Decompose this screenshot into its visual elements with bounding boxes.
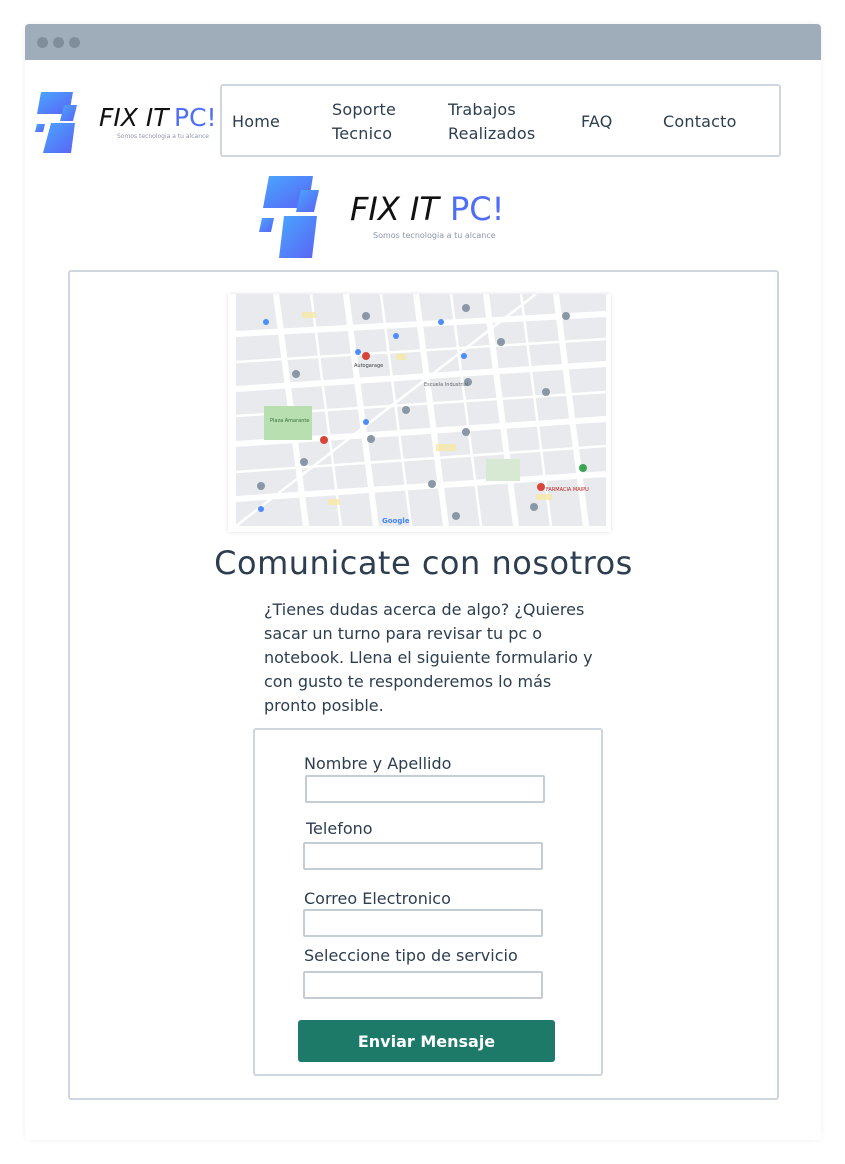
nav-item-label: Tecnico — [332, 124, 393, 143]
nav-item-label: Trabajos — [448, 100, 516, 119]
intro-line: ¿Tienes dudas acerca de algo? ¿Quieres — [264, 600, 585, 619]
logo-brand-dark: FIX IT — [350, 190, 441, 228]
logo-brand-accent: PC! — [174, 103, 217, 132]
nav-item-label: Realizados — [448, 124, 536, 143]
map-label: FARMACIA MAIPU — [546, 487, 589, 493]
service-field[interactable] — [303, 971, 543, 999]
window-dot-icon — [53, 37, 64, 48]
send-message-button[interactable]: Enviar Mensaje — [298, 1020, 555, 1062]
contact-intro: ¿Tienes dudas acerca de algo? ¿Quieres s… — [264, 598, 604, 718]
intro-line: pronto posible. — [264, 696, 384, 715]
logo-brand-accent: PC! — [450, 190, 504, 228]
header-logo[interactable]: FIX IT PC! Somos tecnologia a tu alcance — [33, 90, 223, 154]
window-dot-icon — [69, 37, 80, 48]
map-label: Plaza Amarante — [270, 418, 309, 424]
logo-tagline: Somos tecnologia a tu alcance — [117, 133, 209, 140]
phone-field[interactable] — [303, 842, 543, 870]
nav-item-label: Soporte — [332, 100, 396, 119]
main-nav: Home Soporte Tecnico Trabajos Realizados… — [220, 84, 781, 157]
intro-line: notebook. Llena el siguiente formulario … — [264, 648, 593, 667]
map-label: Escuela Industrial — [424, 382, 468, 388]
name-label: Nombre y Apellido — [304, 754, 452, 773]
service-label: Seleccione tipo de servicio — [304, 946, 518, 965]
nav-item-soporte-tecnico[interactable]: Soporte Tecnico — [332, 98, 396, 146]
nav-item-faq[interactable]: FAQ — [581, 110, 613, 134]
contact-form: Nombre y Apellido Telefono Correo Electr… — [253, 728, 603, 1076]
logo-tagline: Somos tecnologia a tu alcance — [373, 231, 496, 240]
logo-brand-dark: FIX IT — [99, 103, 170, 132]
contact-heading: Comunicate con nosotros — [214, 544, 633, 582]
nav-item-trabajos-realizados[interactable]: Trabajos Realizados — [448, 98, 535, 146]
nav-item-contacto[interactable]: Contacto — [663, 110, 737, 134]
map-label: Autogarage — [354, 363, 383, 369]
phone-label: Telefono — [306, 819, 373, 838]
browser-window: FIX IT PC! Somos tecnologia a tu alcance… — [25, 24, 821, 1140]
map-google-label: Google — [382, 517, 410, 525]
email-label: Correo Electronico — [304, 889, 451, 908]
location-map[interactable]: Autogarage Plaza Amarante FARMACIA MAIPU… — [228, 294, 611, 532]
nav-item-home[interactable]: Home — [232, 110, 280, 134]
name-field[interactable] — [305, 775, 545, 803]
contact-section: Autogarage Plaza Amarante FARMACIA MAIPU… — [68, 270, 779, 1100]
intro-line: con gusto te responderemos lo más — [264, 672, 552, 691]
window-dot-icon — [37, 37, 48, 48]
email-field[interactable] — [303, 909, 543, 937]
hero-logo: FIX IT PC! Somos tecnologia a tu alcance — [257, 172, 521, 262]
browser-titlebar — [25, 24, 821, 60]
intro-line: sacar un turno para revisar tu pc o — [264, 624, 543, 643]
map-graphic: Autogarage Plaza Amarante FARMACIA MAIPU… — [236, 294, 606, 526]
